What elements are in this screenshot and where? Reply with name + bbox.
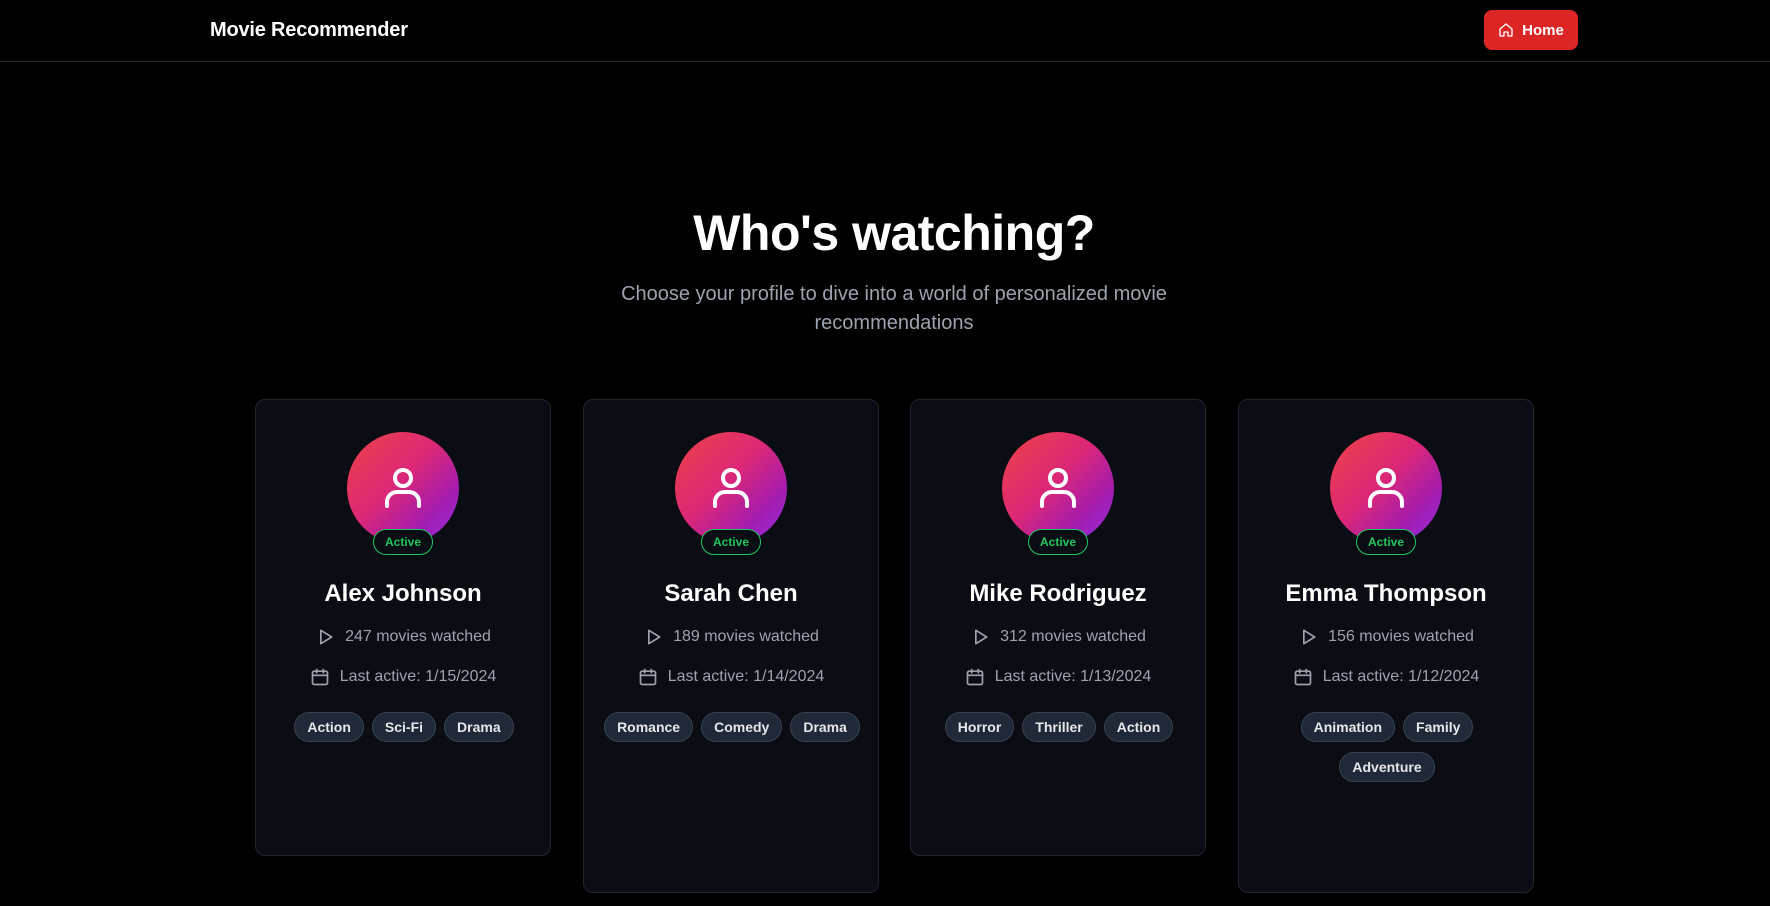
home-icon [1499, 23, 1513, 37]
genre-tag: Romance [604, 712, 694, 742]
status-badge: Active [701, 529, 761, 555]
status-badge: Active [1028, 529, 1088, 555]
page-subtitle: Choose your profile to dive into a world… [621, 283, 1167, 334]
profile-name: Alex Johnson [324, 580, 482, 607]
play-icon [648, 629, 661, 645]
status-badge: Active [1356, 529, 1416, 555]
movies-watched-text: 247 movies watched [345, 628, 491, 645]
avatar [1330, 432, 1442, 544]
brand-title[interactable]: Movie Recommender [210, 19, 408, 42]
movies-watched-stat: 189 movies watched [584, 627, 878, 647]
genre-tags: Action Sci-Fi Drama [276, 712, 532, 742]
last-active-stat: Last active: 1/12/2024 [1239, 667, 1533, 687]
home-button-label: Home [1522, 21, 1564, 39]
last-active-text: Last active: 1/14/2024 [667, 668, 825, 685]
last-active-stat: Last active: 1/15/2024 [256, 667, 550, 687]
movies-watched-text: 156 movies watched [1328, 628, 1474, 645]
profile-card-mike-rodriguez[interactable]: Active Mike Rodriguez 312 movies watched… [910, 399, 1206, 856]
movies-watched-stat: 156 movies watched [1239, 627, 1533, 647]
last-active-stat: Last active: 1/13/2024 [911, 667, 1205, 687]
genre-tag: Adventure [1339, 752, 1435, 782]
user-icon [1368, 468, 1404, 508]
avatar-wrapper: Active [675, 432, 787, 555]
page-title: Who's watching? [693, 205, 1095, 261]
last-active-text: Last active: 1/15/2024 [339, 668, 497, 685]
last-active-text: Last active: 1/12/2024 [1322, 668, 1480, 685]
calendar-icon [1294, 668, 1312, 686]
play-icon [320, 629, 333, 645]
user-icon [713, 468, 749, 508]
status-badge: Active [373, 529, 433, 555]
genre-tag: Sci-Fi [371, 712, 437, 742]
avatar [1002, 432, 1114, 544]
calendar-icon [966, 668, 984, 686]
last-active-stat: Last active: 1/14/2024 [584, 667, 878, 687]
avatar [675, 432, 787, 544]
user-icon [1040, 468, 1076, 508]
genre-tag: Thriller [1022, 712, 1096, 742]
calendar-icon [311, 668, 329, 686]
genre-tag: Action [1103, 712, 1174, 742]
profile-card-sarah-chen[interactable]: Active Sarah Chen 189 movies watched Las… [583, 399, 879, 893]
movies-watched-text: 312 movies watched [1000, 628, 1146, 645]
avatar-wrapper: Active [1330, 432, 1442, 555]
genre-tags: Romance Comedy Drama [604, 712, 860, 742]
genre-tags: Horror Thriller Action [931, 712, 1187, 742]
genre-tag: Comedy [701, 712, 783, 742]
profile-name: Sarah Chen [664, 580, 798, 607]
profile-name: Mike Rodriguez [969, 580, 1147, 607]
genre-tags: Animation Family Adventure [1259, 712, 1515, 782]
play-icon [975, 629, 988, 645]
genre-tag: Action [294, 712, 364, 742]
calendar-icon [639, 668, 657, 686]
avatar-wrapper: Active [347, 432, 459, 555]
play-icon [1303, 629, 1316, 645]
genre-tag: Drama [790, 712, 860, 742]
home-button[interactable]: Home [1484, 10, 1578, 50]
genre-tag: Animation [1300, 712, 1396, 742]
avatar-wrapper: Active [1002, 432, 1114, 555]
last-active-text: Last active: 1/13/2024 [994, 668, 1152, 685]
movies-watched-stat: 312 movies watched [911, 627, 1205, 647]
profile-card-emma-thompson[interactable]: Active Emma Thompson 156 movies watched … [1238, 399, 1534, 893]
user-icon [385, 468, 421, 508]
movies-watched-text: 189 movies watched [673, 628, 819, 645]
avatar [347, 432, 459, 544]
genre-tag: Horror [944, 712, 1015, 742]
movies-watched-stat: 247 movies watched [256, 627, 550, 647]
genre-tag: Drama [444, 712, 514, 742]
genre-tag: Family [1403, 712, 1474, 742]
top-navbar: Movie Recommender Home [0, 0, 1770, 62]
profile-card-alex-johnson[interactable]: Active Alex Johnson 247 movies watched L… [255, 399, 551, 856]
profile-name: Emma Thompson [1285, 580, 1487, 607]
